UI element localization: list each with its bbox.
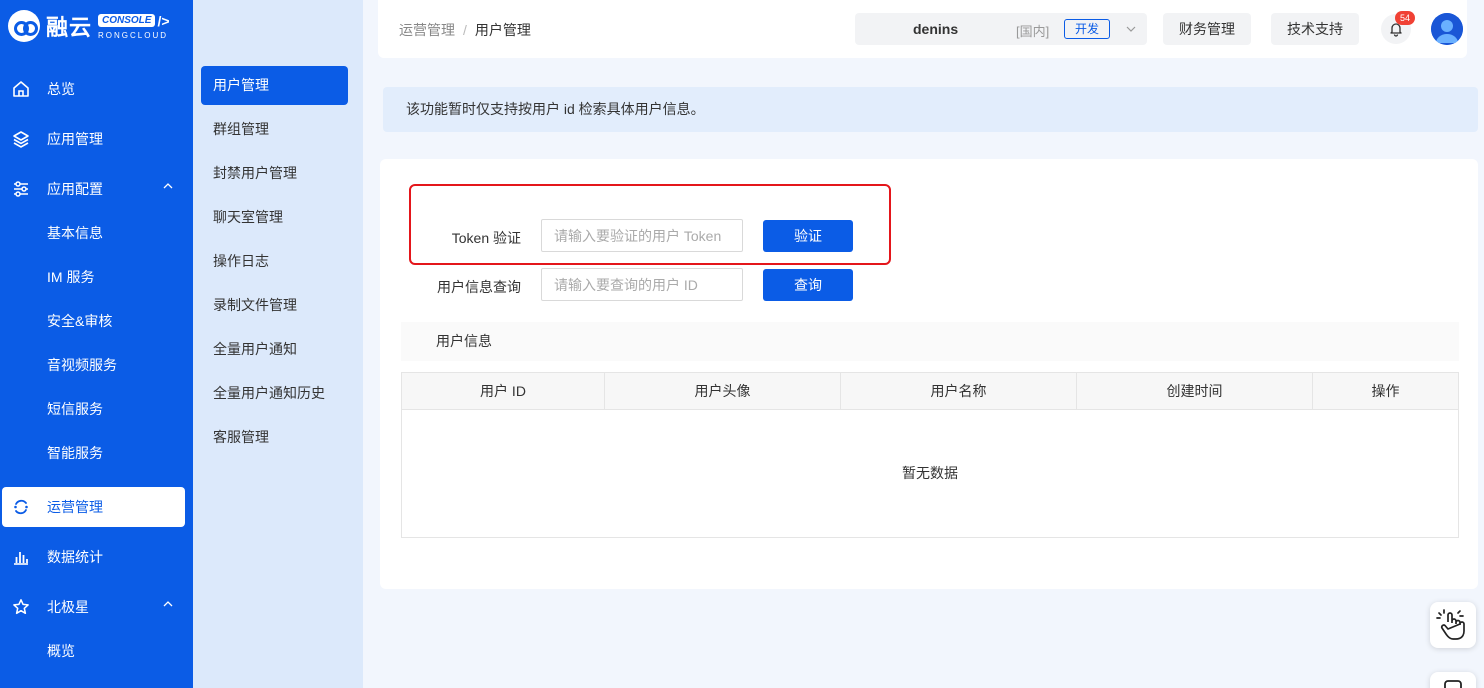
- chevron-up-icon[interactable]: [163, 181, 173, 191]
- verify-button[interactable]: 验证: [763, 220, 853, 252]
- chat-icon: [1444, 680, 1462, 688]
- avatar[interactable]: [1431, 13, 1463, 45]
- sidebar-item-operations[interactable]: 运营管理: [2, 487, 185, 527]
- logo-console-label: CONSOLE: [98, 14, 156, 27]
- bar-chart-icon: [12, 548, 30, 566]
- breadcrumb: 运营管理 / 用户管理: [399, 20, 531, 40]
- logo-text: 融云: [46, 15, 93, 40]
- support-button[interactable]: 技术支持: [1271, 13, 1359, 45]
- sidebar-subitem-av-service[interactable]: 音视频服务: [47, 350, 117, 380]
- sidebar-item-label: 应用管理: [47, 131, 103, 147]
- sidebar-subitem-smart-service[interactable]: 智能服务: [47, 438, 103, 468]
- main-sidebar: 融云 CONSOLE /> RONGCLOUD 总览 应用管理 应用配置 基本信…: [0, 0, 193, 688]
- user-avatar-icon: [1431, 13, 1463, 45]
- submenu-item-user-management[interactable]: 用户管理: [201, 66, 348, 105]
- submenu-item-operation-log[interactable]: 操作日志: [201, 242, 348, 281]
- submenu-item-broadcast[interactable]: 全量用户通知: [201, 330, 348, 369]
- logo-slash: />: [157, 12, 170, 29]
- submenu-item-customer-service[interactable]: 客服管理: [201, 418, 348, 457]
- account-name: denins: [913, 21, 959, 37]
- sidebar-subitem-security-audit[interactable]: 安全&审核: [47, 306, 112, 336]
- query-button[interactable]: 查询: [763, 269, 853, 301]
- sidebar-subitem-sms-service[interactable]: 短信服务: [47, 394, 103, 424]
- sidebar-item-label: 应用配置: [47, 181, 103, 197]
- sidebar-item-app-management[interactable]: 应用管理: [0, 119, 193, 159]
- column-header-avatar: 用户头像: [605, 373, 841, 409]
- sidebar-subitem-basic-info[interactable]: 基本信息: [47, 218, 103, 248]
- breadcrumb-item-current: 用户管理: [474, 22, 531, 38]
- table-empty-state: 暂无数据: [902, 465, 958, 481]
- layers-icon: [12, 130, 30, 148]
- chevron-up-icon[interactable]: [163, 599, 173, 609]
- notification-count-badge: 54: [1395, 11, 1415, 25]
- breadcrumb-separator: /: [463, 22, 467, 38]
- submenu-item-group-management[interactable]: 群组管理: [201, 110, 348, 149]
- submenu-item-chatroom-management[interactable]: 聊天室管理: [201, 198, 348, 237]
- touch-gesture-icon: [1436, 609, 1465, 640]
- account-selector[interactable]: denins [国内] 开发: [855, 13, 1147, 45]
- refresh-icon: [12, 498, 30, 516]
- user-query-card: Token 验证 验证 用户信息查询 查询 用户信息 用户 ID 用户头像 用户…: [380, 159, 1478, 589]
- sidebar-subitem-polaris-overview[interactable]: 概览: [47, 636, 75, 666]
- submenu-item-banned-users[interactable]: 封禁用户管理: [201, 154, 348, 193]
- submenu-item-broadcast-history[interactable]: 全量用户通知历史: [201, 374, 348, 413]
- user-info-table: 用户 ID 用户头像 用户名称 创建时间 操作 暂无数据: [401, 372, 1459, 538]
- column-header-user-id: 用户 ID: [402, 373, 605, 409]
- token-input[interactable]: [541, 219, 743, 252]
- sidebar-item-label: 总览: [47, 81, 75, 97]
- user-id-input[interactable]: [541, 268, 743, 301]
- user-query-label: 用户信息查询: [437, 279, 521, 295]
- sidebar-item-overview[interactable]: 总览: [0, 69, 193, 109]
- column-header-actions: 操作: [1371, 383, 1400, 399]
- sidebar-item-label: 北极星: [47, 599, 89, 615]
- floating-help-button[interactable]: [1430, 602, 1476, 648]
- sidebar-subitem-im-service[interactable]: IM 服务: [47, 262, 94, 292]
- sidebar-item-label: 运营管理: [47, 499, 103, 515]
- home-icon: [12, 80, 30, 98]
- logo[interactable]: 融云 CONSOLE /> RONGCLOUD: [8, 10, 170, 42]
- submenu-item-recording-files[interactable]: 录制文件管理: [201, 286, 348, 325]
- rongcloud-logo-icon: [8, 10, 40, 42]
- sidebar-item-app-config[interactable]: 应用配置: [0, 169, 193, 209]
- finance-button[interactable]: 财务管理: [1163, 13, 1251, 45]
- star-icon: [12, 598, 30, 616]
- sliders-icon: [12, 180, 30, 198]
- info-notice: 该功能暂时仅支持按用户 id 检索具体用户信息。: [383, 87, 1478, 132]
- sidebar-item-statistics[interactable]: 数据统计: [0, 537, 193, 577]
- logo-subtitle: RONGCLOUD: [98, 30, 169, 40]
- account-region: [国内]: [1016, 24, 1050, 39]
- sidebar-item-label: 数据统计: [47, 549, 103, 565]
- table-header: 用户 ID 用户头像 用户名称 创建时间 操作: [402, 373, 1458, 410]
- column-header-username: 用户名称: [841, 373, 1077, 409]
- token-verify-label: Token 验证: [451, 230, 521, 246]
- sidebar-item-polaris[interactable]: 北极星: [0, 587, 193, 627]
- top-header: 运营管理 / 用户管理 denins [国内] 开发 财务管理 技术支持 54: [378, 0, 1467, 58]
- environment-badge: 开发: [1064, 19, 1111, 39]
- secondary-menu: 用户管理 群组管理 封禁用户管理 聊天室管理 操作日志 录制文件管理 全量用户通…: [193, 0, 363, 688]
- column-header-created-time: 创建时间: [1077, 373, 1313, 409]
- breadcrumb-item-operations[interactable]: 运营管理: [399, 22, 455, 38]
- logo-badge: CONSOLE /> RONGCLOUD: [98, 13, 170, 40]
- floating-chat-button[interactable]: [1430, 672, 1476, 688]
- chevron-down-icon: [1126, 26, 1136, 32]
- user-info-section-title: 用户信息: [401, 322, 1459, 361]
